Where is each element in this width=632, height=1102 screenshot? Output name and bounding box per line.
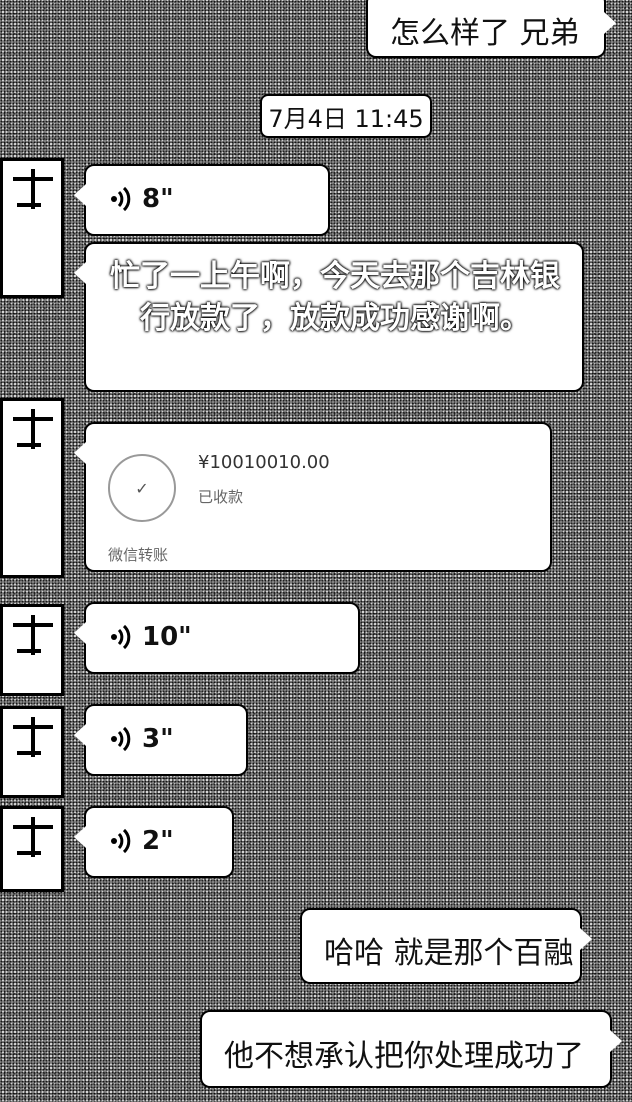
timestamp: 7月4日 11:45	[262, 96, 430, 136]
avatar[interactable]	[0, 706, 64, 798]
message-text: 忙了一上午啊，今天去那个吉林银行放款了，放款成功感谢啊。	[110, 259, 560, 336]
message-text: 哈哈 就是那个百融	[324, 936, 574, 971]
avatar[interactable]	[0, 398, 64, 578]
voice-wave-icon	[111, 828, 131, 854]
voice-duration: 10"	[142, 622, 192, 652]
voice-duration: 3"	[142, 724, 174, 754]
message-bubble-right-1[interactable]: 怎么样了 兄弟	[368, 0, 616, 56]
transfer-amount: ¥10010010.00	[198, 452, 330, 473]
message-text: 他不想承认把你处理成功了	[224, 1039, 584, 1074]
voice-message-4[interactable]: 2"	[74, 808, 232, 876]
avatar[interactable]	[0, 806, 64, 892]
transfer-status: 已收款	[198, 488, 244, 506]
message-text: 怎么样了 兄弟	[390, 16, 580, 51]
message-bubble-left-1[interactable]: 忙了一上午啊，今天去那个吉林银行放款了，放款成功感谢啊。	[74, 244, 582, 390]
avatar[interactable]	[0, 604, 64, 696]
voice-wave-icon	[111, 624, 131, 650]
voice-wave-icon	[111, 726, 131, 752]
transfer-card[interactable]: ✓ ¥10010010.00 已收款 微信转账	[74, 424, 550, 570]
message-bubble-right-3[interactable]: 他不想承认把你处理成功了	[202, 1012, 622, 1086]
avatar[interactable]	[0, 158, 64, 298]
voice-wave-icon	[111, 186, 131, 212]
voice-message-3[interactable]: 3"	[74, 706, 246, 774]
voice-message-2[interactable]: 10"	[74, 604, 358, 672]
transfer-footer: 微信转账	[108, 546, 169, 564]
voice-duration: 2"	[142, 826, 174, 856]
transfer-icon: ✓	[108, 454, 176, 522]
message-bubble-right-2[interactable]: 哈哈 就是那个百融	[302, 910, 592, 982]
voice-duration: 8"	[142, 184, 174, 214]
voice-message-1[interactable]: 8"	[74, 166, 328, 234]
